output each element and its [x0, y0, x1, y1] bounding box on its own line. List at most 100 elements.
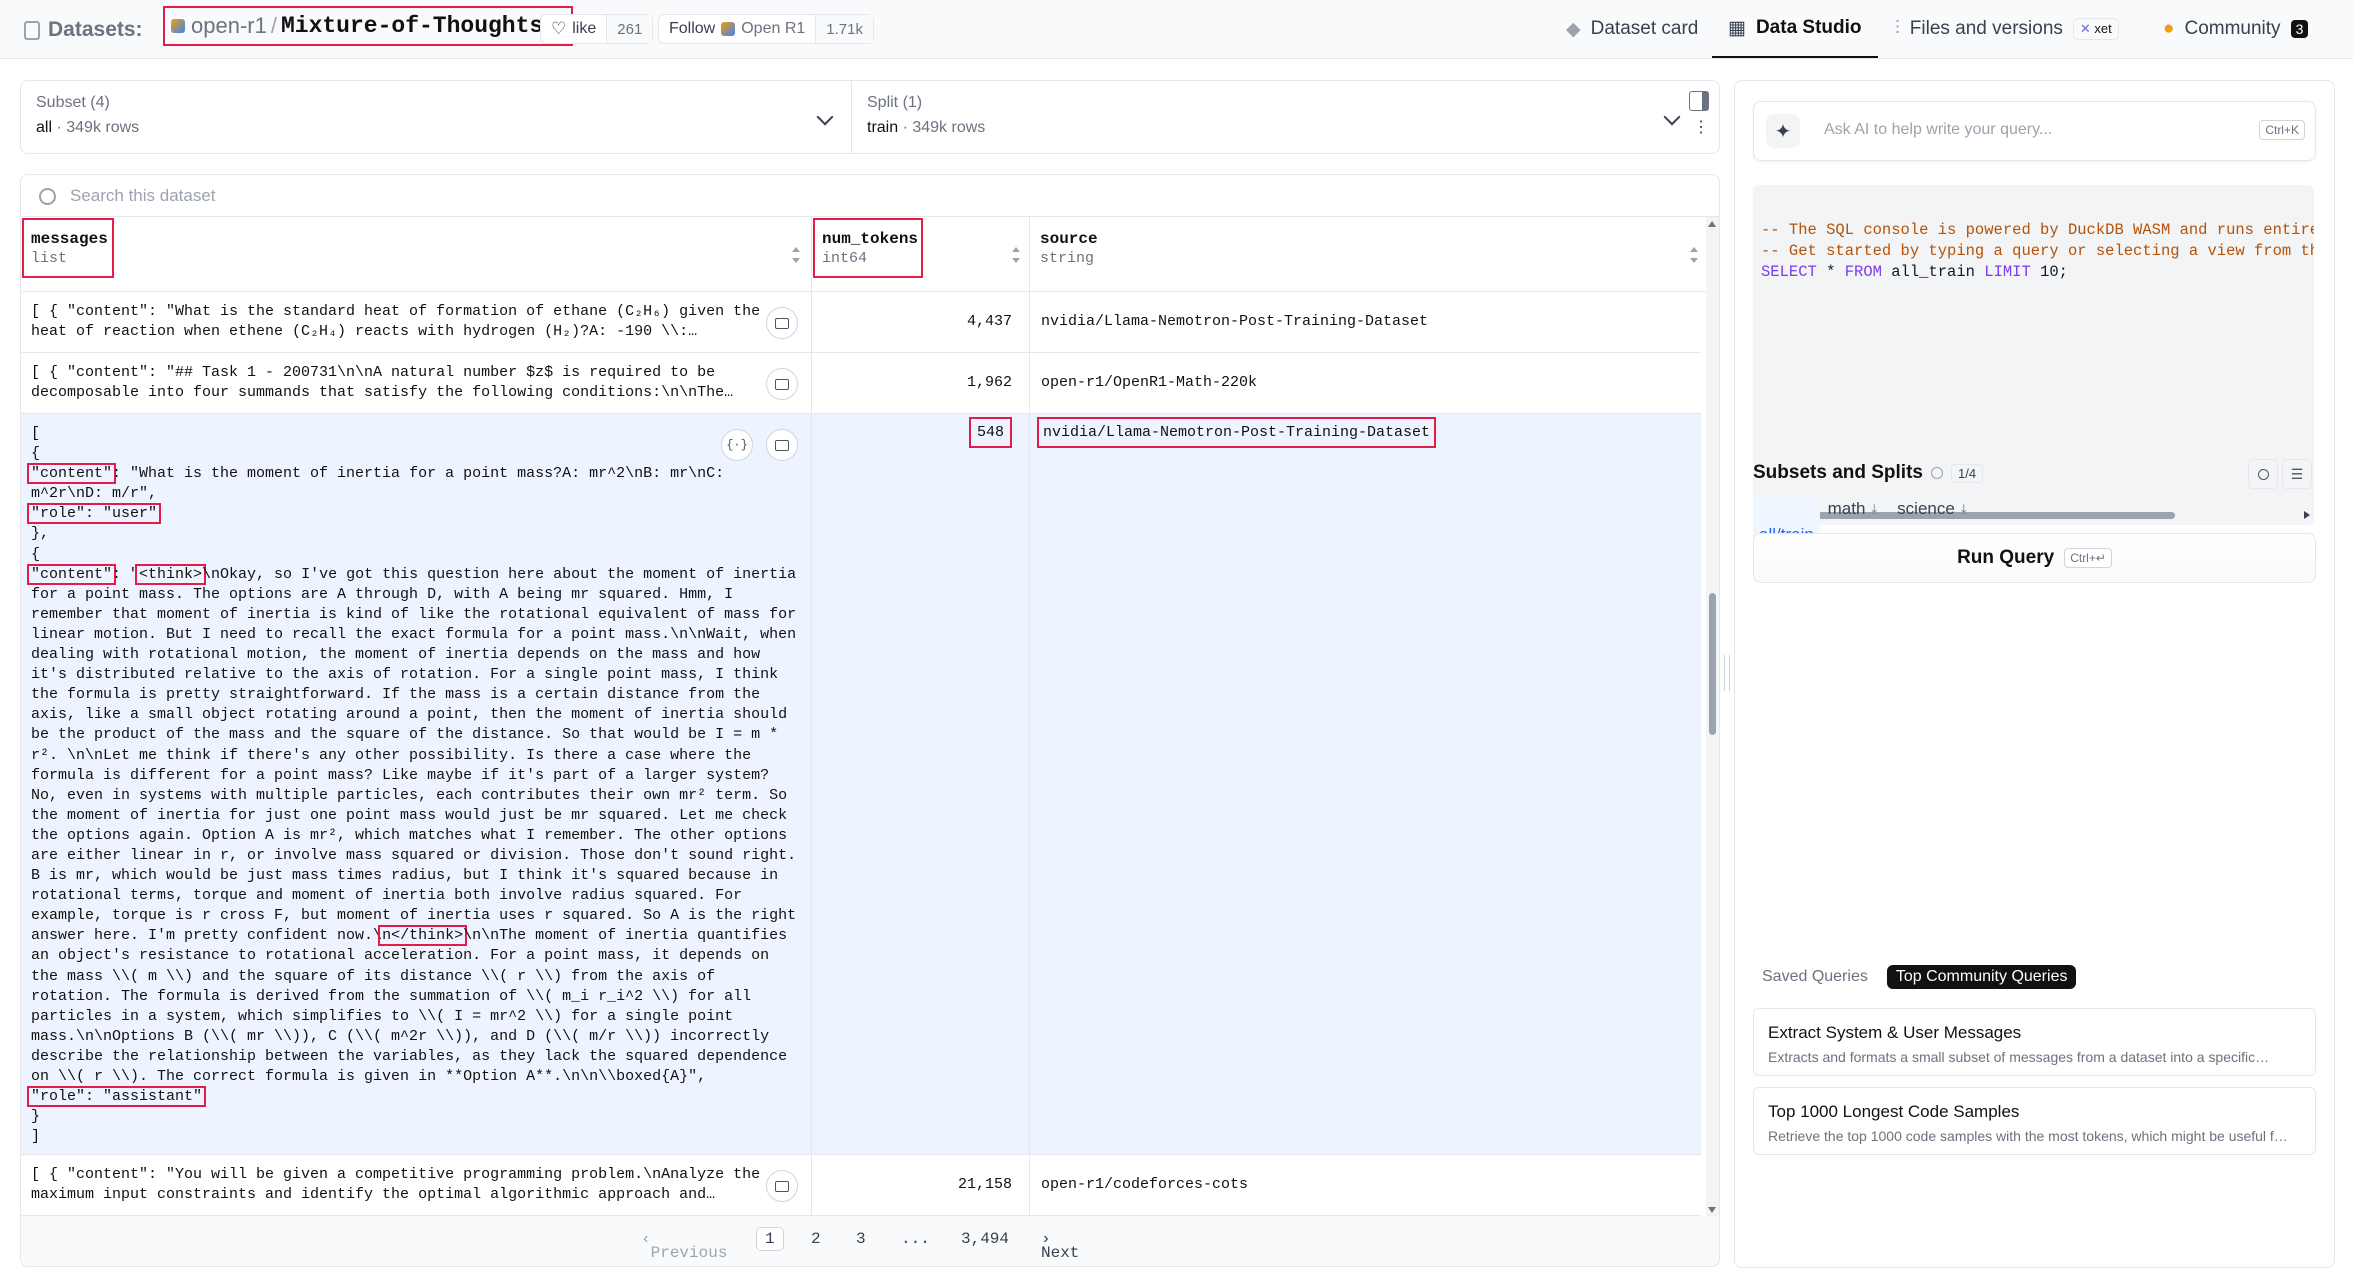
json-role-assistant: "role": "assistant" [27, 1086, 207, 1108]
tab-dataset-card[interactable]: ◆ Dataset card [1566, 0, 1698, 58]
subsets-count-badge: 1/4 [1950, 463, 1984, 483]
table-row[interactable]: [ { "content": "## Task 1 - 200731\n\nA … [21, 353, 1701, 414]
sort-icon[interactable] [1012, 247, 1020, 263]
page-1-button[interactable]: 1 [756, 1227, 784, 1251]
column-header-source[interactable]: source string [1030, 217, 1706, 292]
subset-rows: 349k rows [66, 119, 140, 136]
ai-query-placeholder[interactable]: Ask AI to help write your query... [1824, 121, 2052, 139]
dataset-card-icon: ◆ [1566, 18, 1581, 40]
like-button[interactable]: ♡ like 261 [540, 14, 654, 44]
search-icon [2257, 468, 2269, 480]
query-card-title: Top 1000 Longest Code Samples [1768, 1102, 2020, 1121]
sql-keyword: FROM [1844, 263, 1882, 281]
tab-label: Dataset card [1590, 18, 1699, 39]
column-header-messages[interactable]: messages list [21, 217, 811, 292]
run-query-button[interactable]: Run Query Ctrl+↵ [1753, 533, 2316, 583]
list-view-button[interactable]: ☰ [2282, 459, 2312, 489]
dataset-search[interactable]: Search this dataset [20, 174, 1720, 217]
chip-math[interactable]: math ⤓ [1822, 497, 1884, 521]
table-row[interactable]: [ { "content": "You will be given a comp… [21, 1155, 1701, 1216]
chevron-down-icon [1663, 108, 1681, 126]
json-view-button[interactable]: {·} [721, 429, 753, 461]
org-avatar-icon [721, 22, 736, 36]
cell-source[interactable]: open-r1/OpenR1-Math-220k [1041, 374, 1257, 391]
cell-messages[interactable]: [ { "content": "## Task 1 - 200731\n\nA … [31, 363, 771, 403]
previous-page-button[interactable]: ‹ Previous [641, 1230, 727, 1262]
tab-files-and-versions[interactable]: ⫶ Files and versions ✕ xet [1895, 0, 2119, 58]
community-count-badge: 3 [2290, 20, 2309, 38]
next-page-button[interactable]: Next › [1041, 1230, 1079, 1262]
subset-select[interactable]: Subset (4) all · 349k rows [21, 81, 852, 153]
tab-top-community-queries[interactable]: Top Community Queries [1886, 965, 2077, 989]
community-query-card[interactable]: Extract System & User Messages Extracts … [1753, 1008, 2316, 1076]
files-icon: ⫶ [1895, 18, 1900, 39]
chip-science[interactable]: science ⤓ [1891, 497, 1972, 521]
json-brace: { [31, 445, 41, 463]
list-icon: ☰ [2290, 465, 2304, 482]
subsets-splits-header: Subsets and Splits 1/4 [1753, 462, 1984, 484]
chat-icon [775, 1180, 789, 1192]
sql-console-panel: ✦ Ask AI to help write your query... Ctr… [1734, 80, 2335, 1268]
last-page-button[interactable]: 3,494 [961, 1230, 1009, 1248]
cell-source[interactable]: open-r1/codeforces-cots [1041, 1176, 1248, 1193]
cell-num-tokens[interactable]: 1,962 [967, 374, 1012, 391]
sparkle-icon: ✦ [1766, 114, 1800, 148]
scroll-thumb[interactable] [1709, 593, 1716, 735]
split-select[interactable]: Split (1) train · 349k rows [852, 81, 1698, 153]
view-conversation-button[interactable] [766, 1170, 798, 1202]
toggle-panel-icon[interactable] [1689, 91, 1709, 111]
run-shortcut-hint: Ctrl+↵ [2064, 548, 2112, 568]
tab-community[interactable]: ● Community 3 [2163, 0, 2309, 58]
view-conversation-button[interactable] [766, 429, 798, 461]
download-icon[interactable]: ⤓ [1871, 501, 1877, 517]
query-card-description: Extracts and formats a small subset of m… [1768, 1049, 2270, 1065]
cell-source[interactable]: nvidia/Llama-Nemotron-Post-Training-Data… [1041, 313, 1428, 330]
json-key-content: "content" [27, 563, 117, 585]
subset-chips: all/train code⤓ math⤓ science⤓ [1753, 497, 1973, 573]
follow-button[interactable]: Follow Open R1 1.71k [658, 14, 874, 44]
datasets-label[interactable]: Datasets: [48, 18, 143, 42]
chat-icon [775, 378, 789, 390]
search-subsets-button[interactable] [2248, 459, 2278, 489]
cell-messages[interactable]: [ { "content": "You will be given a comp… [31, 1165, 771, 1205]
sql-keyword: SELECT [1761, 263, 1817, 281]
follow-count: 1.71k [815, 15, 873, 43]
page-2-button[interactable]: 2 [811, 1230, 821, 1248]
view-conversation-button[interactable] [766, 368, 798, 400]
ai-query-input[interactable]: ✦ Ask AI to help write your query... Ctr… [1753, 101, 2316, 161]
sort-icon[interactable] [792, 247, 800, 263]
subsets-title: Subsets and Splits [1753, 462, 1923, 483]
table-icon: ▦ [1728, 17, 1746, 39]
follow-label: Follow [669, 20, 716, 37]
cell-num-tokens[interactable]: 4,437 [967, 313, 1012, 330]
json-bracket: ] [31, 1128, 41, 1146]
cell-source[interactable]: nvidia/Llama-Nemotron-Post-Training-Data… [1037, 417, 1437, 448]
json-content-user: : "What is the moment of inertia for a p… [31, 465, 734, 503]
download-icon[interactable]: ⤓ [1961, 501, 1967, 517]
page-3-button[interactable]: 3 [856, 1230, 866, 1248]
more-options-icon[interactable]: ⋮ [1693, 120, 1709, 136]
sort-icon[interactable] [1690, 247, 1698, 263]
table-row-expanded[interactable]: [ { "content": "What is the moment of in… [21, 414, 1701, 1155]
think-close-tag: n</think> [378, 925, 468, 947]
tab-data-studio[interactable]: ▦ Data Studio [1712, 0, 1878, 58]
column-header-num-tokens[interactable]: num_tokens int64 [812, 217, 1029, 292]
like-count[interactable]: 261 [606, 15, 653, 43]
org-link[interactable]: open-r1 [191, 13, 267, 39]
cell-num-tokens[interactable]: 548 [968, 417, 1012, 448]
info-icon[interactable] [1930, 467, 1943, 479]
vertical-scrollbar[interactable] [1706, 217, 1719, 1217]
cell-num-tokens[interactable]: 21,158 [958, 1176, 1012, 1193]
view-conversation-button[interactable] [766, 307, 798, 339]
table-row[interactable]: [ { "content": "What is the standard hea… [21, 292, 1701, 353]
chat-icon [775, 317, 789, 329]
search-input[interactable]: Search this dataset [70, 186, 216, 206]
json-content-assistant-answer: \n\nThe moment of inertia quantifies an … [31, 927, 797, 1085]
query-card-title: Extract System & User Messages [1768, 1023, 2022, 1042]
community-query-card[interactable]: Top 1000 Longest Code Samples Retrieve t… [1753, 1087, 2316, 1155]
chevron-down-icon [816, 108, 834, 126]
cell-messages[interactable]: [ { "content": "What is the standard hea… [31, 302, 771, 342]
repo-name[interactable]: Mixture-of-Thoughts [281, 13, 543, 39]
tab-saved-queries[interactable]: Saved Queries [1753, 965, 1877, 989]
panel-resize-handle[interactable] [1724, 655, 1730, 691]
